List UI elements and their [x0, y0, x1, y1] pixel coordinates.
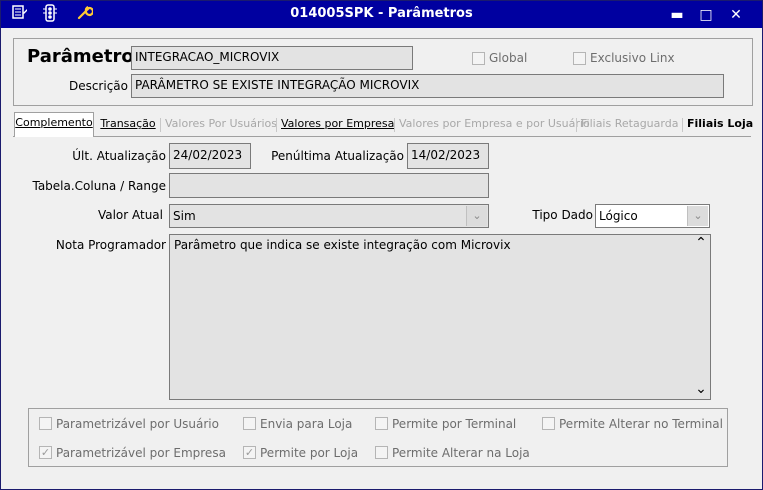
penultima-atualizacao-label: Penúltima Atualização [271, 149, 404, 163]
close-button[interactable]: ✕ [725, 4, 747, 26]
tab-filiais-loja[interactable]: Filiais Loja [687, 114, 753, 136]
tab-filiais-retaguarda[interactable]: Filiais Retaguarda [581, 114, 679, 136]
tab-separator [682, 118, 683, 132]
exclusivo-linx-label: Exclusivo Linx [590, 51, 675, 65]
envia-para-loja-label: Envia para Loja [260, 417, 353, 431]
permite-terminal-checkbox[interactable] [375, 417, 388, 430]
tabela-coluna-label: Tabela.Coluna / Range [32, 179, 166, 193]
tab-complemento[interactable]: Complemento [14, 112, 94, 137]
tab-bar: Complemento Transação Valores Por Usuári… [13, 112, 753, 137]
ult-atualizacao-field[interactable]: 24/02/2023 [169, 143, 251, 169]
parametro-label: Parâmetro [27, 46, 134, 67]
tab-transacao[interactable]: Transação [99, 114, 157, 136]
chevron-down-icon[interactable]: ⌄ [687, 206, 708, 226]
valor-atual-select[interactable]: Sim ⌄ [169, 204, 489, 228]
textarea-scrollbar[interactable]: ⌃ ⌄ [692, 235, 710, 399]
tab-separator [276, 118, 277, 132]
valor-atual-value: Sim [173, 209, 196, 223]
parametro-field[interactable]: INTEGRACAO_MICROVIX [131, 46, 413, 70]
descricao-label: Descrição [68, 79, 128, 93]
global-checkbox[interactable] [472, 52, 485, 65]
nota-programador-label: Nota Programador [55, 238, 166, 252]
global-label: Global [489, 51, 528, 65]
ult-atualizacao-label: Últ. Atualização [72, 149, 166, 163]
tab-valores-empresa-label: Valores por Empresa [281, 117, 395, 130]
permite-por-loja-checkbox[interactable]: ✓ [243, 446, 256, 459]
parametrizavel-empresa-checkbox[interactable]: ✓ [39, 446, 52, 459]
parametrizavel-empresa-label: Parametrizável por Empresa [56, 446, 226, 460]
maximize-button[interactable]: □ [695, 4, 717, 26]
tabela-coluna-field[interactable] [169, 173, 489, 198]
tab-separator [394, 118, 395, 132]
chevron-down-icon[interactable]: ⌄ [466, 206, 487, 226]
tipo-dado-value: Lógico [599, 209, 638, 223]
permite-alterar-loja-checkbox[interactable] [375, 446, 388, 459]
tab-valores-empresa-usuario-label: Valores por Empresa e por Usuário [399, 117, 590, 130]
parametros-window: 014005SPK - Parâmetros ▬ □ ✕ Parâmetro I… [0, 0, 763, 490]
permite-alterar-terminal-label: Permite Alterar no Terminal [559, 417, 723, 431]
parametrizavel-usuario-label: Parametrizável por Usuário [56, 417, 219, 431]
permite-terminal-label: Permite por Terminal [392, 417, 517, 431]
window-title: 014005SPK - Parâmetros [290, 6, 473, 21]
tab-separator [576, 118, 577, 132]
parametrizavel-usuario-checkbox[interactable] [39, 417, 52, 430]
tab-separator [160, 118, 161, 132]
permite-alterar-loja-label: Permite Alterar na Loja [392, 446, 530, 460]
nota-programador-text: Parâmetro que indica se existe integraçã… [174, 238, 511, 252]
tab-complemento-label: Complemento [15, 116, 93, 129]
scroll-up-icon[interactable]: ⌃ [692, 236, 710, 250]
minimize-button[interactable]: ▬ [666, 4, 688, 26]
tab-filiais-retaguarda-label: Filiais Retaguarda [581, 117, 679, 130]
permite-por-loja-label: Permite por Loja [260, 446, 359, 460]
envia-para-loja-checkbox[interactable] [243, 417, 256, 430]
tab-valores-usuarios-label: Valores Por Usuários [165, 117, 277, 130]
tab-valores-empresa-usuario[interactable]: Valores por Empresa e por Usuário [399, 114, 590, 136]
title-bar[interactable]: 014005SPK - Parâmetros ▬ □ ✕ [1, 1, 762, 28]
tab-filiais-loja-label: Filiais Loja [687, 117, 754, 130]
exclusivo-linx-checkbox[interactable] [573, 52, 586, 65]
tipo-dado-label: Tipo Dado [532, 208, 593, 222]
valor-atual-label: Valor Atual [97, 208, 163, 222]
tipo-dado-select[interactable]: Lógico ⌄ [595, 204, 710, 228]
tab-valores-usuarios[interactable]: Valores Por Usuários [165, 114, 277, 136]
scroll-down-icon[interactable]: ⌄ [692, 382, 710, 396]
nota-programador-textarea[interactable]: Parâmetro que indica se existe integraçã… [169, 234, 711, 400]
descricao-field[interactable]: PARÂMETRO SE EXISTE INTEGRAÇÃO MICROVIX [131, 74, 724, 98]
permite-alterar-terminal-checkbox[interactable] [542, 417, 555, 430]
penultima-atualizacao-field[interactable]: 14/02/2023 [407, 143, 489, 169]
tab-transacao-label: Transação [100, 117, 156, 130]
tab-valores-empresa[interactable]: Valores por Empresa [281, 114, 394, 136]
